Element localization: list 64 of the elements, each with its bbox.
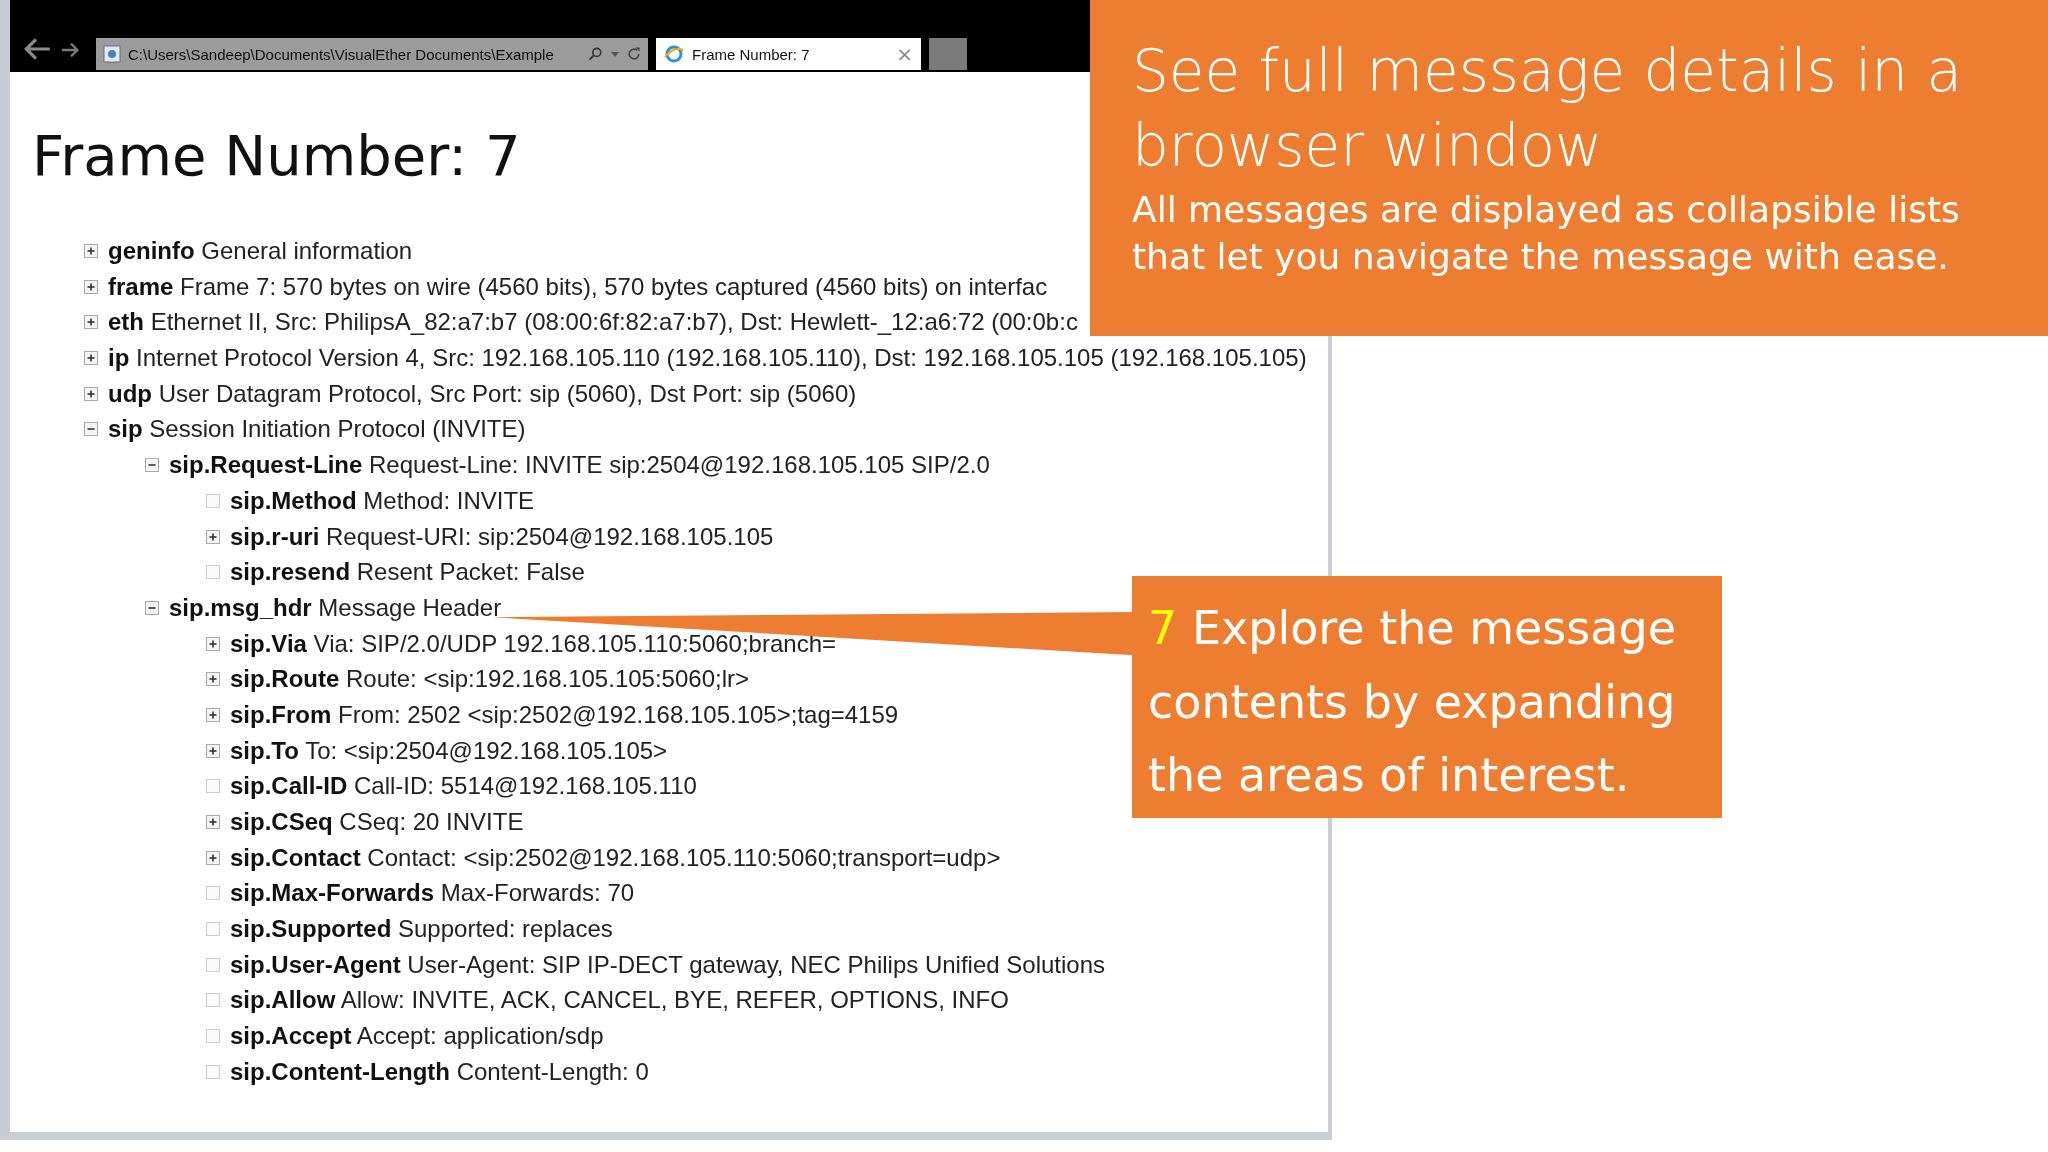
expand-icon[interactable]: [206, 636, 220, 651]
collapse-icon[interactable]: [145, 458, 159, 473]
tree-item[interactable]: eth Ethernet II, Src: PhilipsA_82:a7:b7 (08:00:6f:82:a7:b7), Dst: Hewlett-_12:a6:72 (00:0b:c: [108, 308, 1078, 337]
tree-item[interactable]: sip Session Initiation Protocol (INVITE): [108, 415, 526, 444]
collapse-icon[interactable]: [145, 600, 159, 615]
leaf-icon: [206, 957, 220, 972]
expand-icon[interactable]: [206, 672, 220, 687]
address-text: C:\Users\Sandeep\Documents\VisualEther Documents\Example: [128, 45, 555, 63]
tree-item[interactable]: sip.User-Agent User-Agent: SIP IP-DECT gateway, NEC Philips Unified Solutions: [230, 950, 1105, 979]
page-icon: [102, 44, 122, 64]
expand-icon[interactable]: [84, 351, 98, 366]
back-icon[interactable]: [22, 36, 52, 62]
expand-icon[interactable]: [206, 815, 220, 830]
expand-icon[interactable]: [206, 850, 220, 865]
tree-item[interactable]: sip.Request-Line Request-Line: INVITE sip:2504@192.168.105.105 SIP/2.0: [169, 451, 990, 480]
leaf-icon: [206, 922, 220, 937]
tab-title: Frame Number: 7: [692, 45, 811, 63]
expand-icon[interactable]: [84, 279, 98, 294]
tree-item[interactable]: geninfo General information: [108, 237, 413, 266]
tree-item[interactable]: sip.Route Route: <sip:192.168.105.105:5060;lr>: [230, 665, 749, 694]
expand-icon[interactable]: [84, 244, 98, 259]
tree-item[interactable]: sip.r-uri Request-URI: sip:2504@192.168.105.105: [230, 522, 774, 551]
leaf-icon: [206, 565, 220, 580]
dropdown-icon[interactable]: [610, 49, 620, 59]
tree-item[interactable]: frame Frame 7: 570 bytes on wire (4560 bits), 570 bytes captured (4560 bits) on interfac: [108, 272, 1048, 301]
leaf-icon: [206, 779, 220, 794]
expand-icon[interactable]: [84, 315, 98, 330]
expand-icon[interactable]: [84, 386, 98, 401]
tree-item[interactable]: sip.Call-ID Call-ID: 5514@192.168.105.110: [230, 772, 697, 801]
expand-icon[interactable]: [206, 529, 220, 544]
forward-icon[interactable]: [60, 40, 82, 60]
tree-item[interactable]: udp User Datagram Protocol, Src Port: sip (5060), Dst Port: sip (5060): [108, 379, 857, 408]
leaf-icon: [206, 993, 220, 1008]
close-tab-button[interactable]: ×: [896, 44, 913, 64]
expand-icon[interactable]: [206, 743, 220, 758]
tree-item[interactable]: sip.Via Via: SIP/2.0/UDP 192.168.105.110:5060;branch=: [230, 629, 836, 658]
search-icon[interactable]: [588, 46, 604, 62]
tree-item[interactable]: sip.Method Method: INVITE: [230, 486, 535, 515]
callout-text: All messages are displayed as collapsible lists that let you navigate the message with ease.: [1132, 187, 1961, 279]
tree-item[interactable]: sip.CSeq CSeq: 20 INVITE: [230, 808, 524, 837]
leaf-icon: [206, 886, 220, 901]
callout-title: See full message details in a browser window: [1132, 36, 1964, 183]
tree-item[interactable]: sip.resend Resent Packet: False: [230, 558, 585, 587]
browser-icon: [664, 44, 684, 64]
refresh-icon[interactable]: [626, 46, 642, 62]
browser-tab[interactable]: Frame Number: 7 ×: [656, 38, 921, 70]
tree-item[interactable]: sip.Allow Allow: INVITE, ACK, CANCEL, BYE, REFER, OPTIONS, INFO: [230, 986, 1009, 1015]
tree-item[interactable]: sip.Contact Contact: <sip:2502@192.168.105.110:5060;transport=udp>: [230, 843, 1001, 872]
tree-item[interactable]: sip.Max-Forwards Max-Forwards: 70: [230, 879, 635, 908]
leaf-icon: [206, 493, 220, 508]
leaf-icon: [206, 1029, 220, 1044]
tree-item[interactable]: sip.Supported Supported: replaces: [230, 915, 613, 944]
tree-item[interactable]: sip.From From: 2502 <sip:2502@192.168.105.105>;tag=4159: [230, 700, 899, 729]
leaf-icon: [206, 1064, 220, 1079]
tree-item[interactable]: ip Internet Protocol Version 4, Src: 192.168.105.110 (192.168.105.110), Dst: 192.168.105.105 (192.168.105.105): [108, 344, 1307, 373]
page-heading: Frame Number: 7: [32, 122, 521, 190]
callout-text: 7 Explore the message contents by expanding the areas of interest.: [1148, 600, 1677, 805]
collapse-icon[interactable]: [84, 422, 98, 437]
tree-item[interactable]: sip.Accept Accept: application/sdp: [230, 1022, 604, 1051]
tree-item[interactable]: sip.Content-Length Content-Length: 0: [230, 1057, 649, 1086]
address-bar[interactable]: C:\Users\Sandeep\Documents\VisualEther Documents\Example: [96, 38, 648, 70]
tree-item[interactable]: sip.To To: <sip:2504@192.168.105.105>: [230, 736, 668, 765]
expand-icon[interactable]: [206, 707, 220, 722]
tree-item[interactable]: sip.msg_hdr Message Header: [169, 593, 502, 622]
